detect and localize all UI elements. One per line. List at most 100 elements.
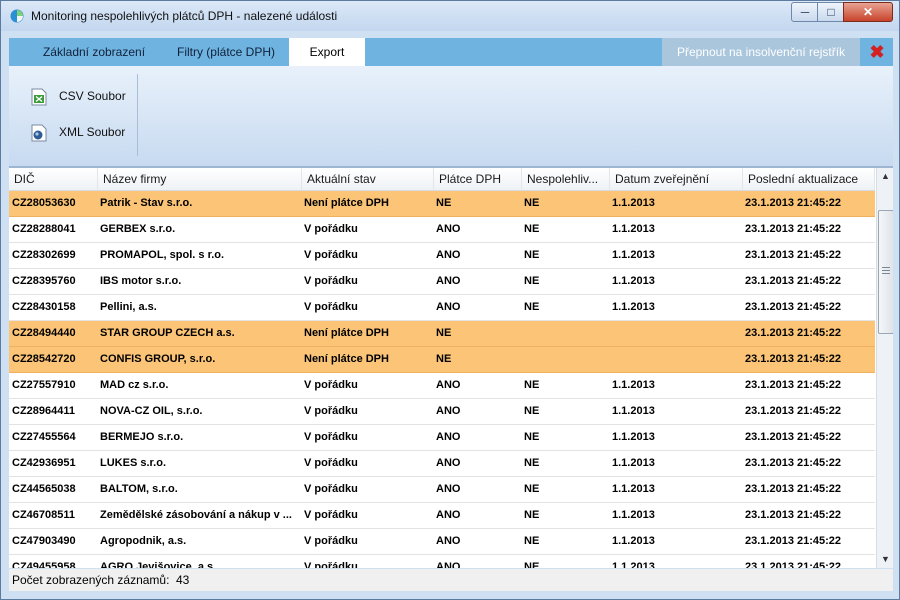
maximize-button[interactable]: □ (817, 2, 845, 22)
cell-current-state: V pořádku (304, 509, 358, 521)
cell-last-update: 23.1.2013 21:45:22 (745, 379, 842, 391)
table-row[interactable]: CZ42936951 LUKES s.r.o. V pořádku ANO NE 1.1.… (9, 451, 875, 477)
maximize-icon: □ (827, 5, 835, 19)
cell-last-update: 23.1.2013 21:45:22 (745, 431, 842, 443)
cell-dic: CZ28430158 (12, 301, 76, 313)
scroll-up-icon[interactable]: ▲ (877, 168, 893, 185)
tab-filters[interactable]: Filtry (plátce DPH) (163, 38, 289, 66)
cell-unreliable: NE (524, 535, 540, 547)
scroll-grip-icon (882, 267, 890, 268)
table-row[interactable]: CZ28964411 NOVA-CZ OIL, s.r.o. V pořádku AN… (9, 399, 875, 425)
cell-unreliable (524, 347, 608, 372)
column-header-dic[interactable]: DIČ (9, 168, 98, 190)
csv-export-button[interactable]: CSV Soubor (31, 84, 131, 108)
table-row[interactable]: CZ28494440 STAR GROUP CZECH a.s. Není plát… (9, 321, 875, 347)
cell-vat-payer: ANO (436, 223, 461, 235)
close-icon[interactable]: ✖ (867, 42, 887, 62)
events-table: DIČ Název firmy Aktuální stav Plátce DPH… (9, 167, 893, 568)
scroll-thumb[interactable] (878, 210, 893, 334)
cell-current-state: Není plátce DPH (304, 327, 389, 339)
cell-unreliable: NE (524, 301, 540, 313)
cell-last-update: 23.1.2013 21:45:22 (745, 223, 842, 235)
table-row[interactable]: CZ28395760 IBS motor s.r.o. V pořádku ANO NE… (9, 269, 875, 295)
cell-current-state: V pořádku (304, 457, 358, 469)
cell-current-state: Není plátce DPH (304, 197, 389, 209)
table-row[interactable]: CZ47903490 Agropodnik, a.s. V pořádku ANO NE… (9, 529, 875, 555)
column-header-published-date[interactable]: Datum zveřejnění (610, 168, 743, 190)
scroll-down-icon[interactable]: ▼ (877, 551, 893, 568)
column-header-last-update[interactable]: Poslední aktualizace (743, 168, 875, 190)
cell-vat-payer: ANO (436, 457, 461, 469)
cell-published-date: 1.1.2013 (612, 197, 655, 209)
window-title: Monitoring nespolehlivých plátců DPH - n… (31, 9, 338, 23)
cell-vat-payer: ANO (436, 431, 461, 443)
cell-company-name: Pellini, a.s. (100, 301, 157, 313)
cell-dic: CZ28302699 (12, 249, 76, 261)
cell-dic: CZ27557910 (12, 379, 76, 391)
cell-unreliable (524, 321, 608, 346)
cell-unreliable: NE (524, 249, 540, 261)
cell-unreliable: NE (524, 275, 540, 287)
vertical-scrollbar[interactable]: ▲ ▼ (876, 168, 893, 568)
cell-unreliable: NE (524, 197, 540, 209)
cell-dic: CZ44565038 (12, 483, 76, 495)
switch-insolvency-register-button[interactable]: Přepnout na insolvenční rejstřík (662, 38, 860, 66)
table-row[interactable]: CZ49455958 AGRO Jevišovice, a.s. V pořádku… (9, 555, 875, 568)
cell-unreliable: NE (524, 223, 540, 235)
table-header: DIČ Název firmy Aktuální stav Plátce DPH… (9, 168, 875, 191)
table-row[interactable]: CZ28542720 CONFIS GROUP, s.r.o. Není plátc… (9, 347, 875, 373)
app-icon (10, 9, 24, 23)
column-header-unreliable[interactable]: Nespolehliv... (522, 168, 610, 190)
xml-export-button[interactable]: XML Soubor (31, 120, 131, 144)
close-window-icon: ✕ (862, 5, 874, 19)
cell-current-state: V pořádku (304, 275, 358, 287)
column-header-vat-payer[interactable]: Plátce DPH (434, 168, 522, 190)
table-row[interactable]: CZ44565038 BALTOM, s.r.o. V pořádku ANO NE 1.… (9, 477, 875, 503)
cell-published-date (612, 321, 740, 346)
table-row[interactable]: CZ27455564 BERMEJO s.r.o. V pořádku ANO NE 1.… (9, 425, 875, 451)
cell-dic: CZ28395760 (12, 275, 76, 287)
cell-published-date: 1.1.2013 (612, 301, 655, 313)
tab-basic-view[interactable]: Základní zobrazení (25, 38, 163, 66)
column-header-current-state[interactable]: Aktuální stav (302, 168, 434, 190)
column-header-company-name[interactable]: Název firmy (98, 168, 302, 190)
cell-published-date: 1.1.2013 (612, 249, 655, 261)
cell-dic: CZ47903490 (12, 535, 76, 547)
cell-unreliable: NE (524, 483, 540, 495)
cell-company-name: LUKES s.r.o. (100, 457, 167, 469)
status-bar: Počet zobrazených záznamů: 43 (9, 569, 893, 591)
tab-export[interactable]: Export (289, 38, 365, 66)
xml-file-icon (31, 124, 47, 142)
cell-last-update: 23.1.2013 21:45:22 (745, 535, 842, 547)
cell-published-date: 1.1.2013 (612, 379, 655, 391)
cell-last-update: 23.1.2013 21:45:22 (745, 483, 842, 495)
cell-company-name: MAD cz s.r.o. (100, 379, 169, 391)
cell-dic: CZ27455564 (12, 431, 76, 443)
cell-unreliable: NE (524, 561, 540, 568)
table-row[interactable]: CZ46708511 Zemědělské zásobování a nákup … (9, 503, 875, 529)
cell-current-state: Není plátce DPH (304, 353, 389, 365)
cell-last-update: 23.1.2013 21:45:22 (745, 197, 842, 209)
cell-last-update: 23.1.2013 21:45:22 (745, 275, 842, 287)
record-count-label: Počet zobrazených záznamů: (12, 573, 170, 587)
xml-export-label: XML Soubor (59, 125, 126, 139)
table-row[interactable]: CZ28302699 PROMAPOL, spol. s r.o. V pořádk… (9, 243, 875, 269)
cell-published-date: 1.1.2013 (612, 535, 655, 547)
minimize-button[interactable]: ─ (791, 2, 819, 22)
table-row[interactable]: CZ27557910 MAD cz s.r.o. V pořádku ANO NE 1.1… (9, 373, 875, 399)
cell-dic: CZ28053630 (12, 197, 76, 209)
cell-dic: CZ46708511 (12, 509, 75, 521)
cell-current-state: V pořádku (304, 561, 358, 568)
cell-published-date: 1.1.2013 (612, 561, 655, 568)
close-window-button[interactable]: ✕ (843, 2, 893, 22)
cell-company-name: Patrik - Stav s.r.o. (100, 197, 193, 209)
main-window: Monitoring nespolehlivých plátců DPH - n… (0, 0, 900, 600)
cell-unreliable: NE (524, 431, 540, 443)
table-row[interactable]: CZ28430158 Pellini, a.s. V pořádku ANO NE 1.1… (9, 295, 875, 321)
cell-company-name: Agropodnik, a.s. (100, 535, 187, 547)
table-row[interactable]: CZ28053630 Patrik - Stav s.r.o. Není plátc… (9, 191, 875, 217)
table-row[interactable]: CZ28288041 GERBEX s.r.o. V pořádku ANO NE 1.1… (9, 217, 875, 243)
cell-dic: CZ42936951 (12, 457, 76, 469)
record-count-value: 43 (176, 573, 190, 587)
cell-current-state: V pořádku (304, 535, 358, 547)
